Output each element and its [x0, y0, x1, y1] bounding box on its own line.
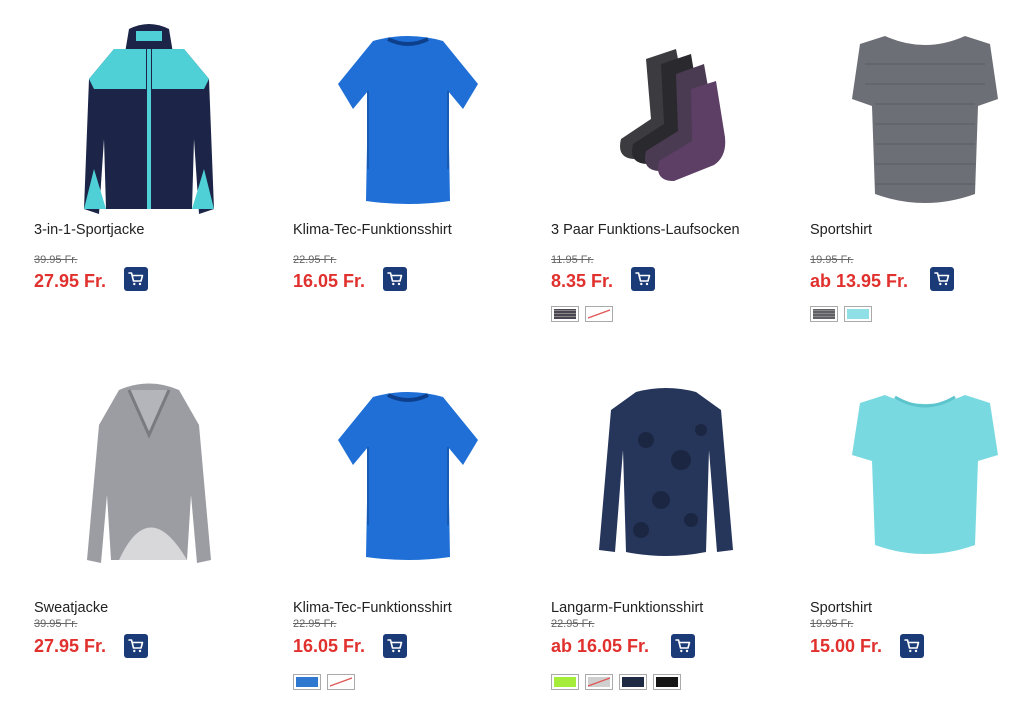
old-price: 22.95 Fr.: [293, 618, 337, 630]
product-name[interactable]: Sportshirt: [810, 222, 872, 238]
current-price: 16.05 Fr.: [293, 636, 366, 656]
add-to-cart-button[interactable]: [124, 267, 148, 291]
shopping-cart-icon: [387, 639, 403, 653]
current-price: 16.05 Fr.: [293, 271, 366, 291]
product-card[interactable]: 3 Paar Funktions-Laufsocken 11.95 Fr. 8.…: [551, 0, 781, 340]
color-swatch[interactable]: [810, 306, 838, 322]
current-price: ab 16.05 Fr.: [551, 636, 650, 656]
product-image-sportshirt[interactable]: [810, 370, 1024, 580]
product-image-sweatjacke[interactable]: [34, 370, 264, 580]
product-image-langarmshirt[interactable]: [551, 370, 781, 580]
current-price: 27.95 Fr.: [34, 271, 107, 291]
shopping-cart-icon: [675, 639, 691, 653]
product-name[interactable]: Klima-Tec-Funktionsshirt: [293, 222, 452, 238]
add-to-cart-button[interactable]: [383, 267, 407, 291]
product-name[interactable]: Langarm-Funktionsshirt: [551, 600, 703, 616]
old-price: 19.95 Fr.: [810, 254, 854, 266]
color-swatch[interactable]: [619, 674, 647, 690]
product-image-laufsocken[interactable]: [551, 14, 781, 224]
product-card[interactable]: 3-in-1-Sportjacke 39.95 Fr. 27.95 Fr.: [34, 0, 264, 340]
product-card[interactable]: Sportshirt 19.95 Fr. ab 13.95 Fr.: [810, 0, 1024, 340]
current-price: 15.00 Fr.: [810, 636, 883, 656]
color-swatches: [293, 674, 355, 690]
shopping-cart-icon: [635, 272, 651, 286]
current-price: ab 13.95 Fr.: [810, 271, 909, 291]
product-image-funktionsshirt[interactable]: [293, 370, 523, 580]
product-name[interactable]: 3-in-1-Sportjacke: [34, 222, 144, 238]
product-image-sportjacke[interactable]: [34, 14, 264, 224]
product-image-funktionsshirt[interactable]: [293, 14, 523, 224]
color-swatch[interactable]: [551, 674, 579, 690]
product-card[interactable]: Klima-Tec-Funktionsshirt 22.95 Fr. 16.05…: [293, 356, 523, 696]
color-swatch[interactable]: [551, 306, 579, 322]
old-price: 22.95 Fr.: [551, 618, 595, 630]
old-price: 11.95 Fr.: [551, 254, 594, 266]
color-swatches: [810, 306, 872, 322]
old-price: 39.95 Fr.: [34, 254, 78, 266]
old-price: 39.95 Fr.: [34, 618, 78, 630]
color-swatch[interactable]: [653, 674, 681, 690]
color-swatches: [551, 306, 613, 322]
product-card[interactable]: Langarm-Funktionsshirt 22.95 Fr. ab 16.0…: [551, 356, 781, 696]
current-price: 8.35 Fr.: [551, 271, 614, 291]
shopping-cart-icon: [934, 272, 950, 286]
add-to-cart-button[interactable]: [930, 267, 954, 291]
product-name[interactable]: Sweatjacke: [34, 600, 108, 616]
product-card[interactable]: Sweatjacke 39.95 Fr. 27.95 Fr.: [34, 356, 264, 696]
product-name[interactable]: 3 Paar Funktions-Laufsocken: [551, 222, 740, 238]
color-swatch[interactable]: [293, 674, 321, 690]
shopping-cart-icon: [904, 639, 920, 653]
product-name[interactable]: Klima-Tec-Funktionsshirt: [293, 600, 452, 616]
current-price: 27.95 Fr.: [34, 636, 107, 656]
color-swatches: [551, 674, 681, 690]
product-card[interactable]: Sportshirt 19.95 Fr. 15.00 Fr.: [810, 356, 1024, 696]
product-grid: 3-in-1-Sportjacke 39.95 Fr. 27.95 Fr. Kl…: [0, 0, 1024, 708]
shopping-cart-icon: [128, 272, 144, 286]
product-name[interactable]: Sportshirt: [810, 600, 872, 616]
old-price: 19.95 Fr.: [810, 618, 854, 630]
color-swatch[interactable]: [844, 306, 872, 322]
color-swatch[interactable]: [585, 306, 613, 322]
shopping-cart-icon: [387, 272, 403, 286]
product-card[interactable]: Klima-Tec-Funktionsshirt 22.95 Fr. 16.05…: [293, 0, 523, 340]
add-to-cart-button[interactable]: [900, 634, 924, 658]
shopping-cart-icon: [128, 639, 144, 653]
add-to-cart-button[interactable]: [124, 634, 148, 658]
product-image-sportshirt[interactable]: [810, 14, 1024, 224]
color-swatch[interactable]: [585, 674, 613, 690]
old-price: 22.95 Fr.: [293, 254, 337, 266]
add-to-cart-button[interactable]: [631, 267, 655, 291]
add-to-cart-button[interactable]: [671, 634, 695, 658]
add-to-cart-button[interactable]: [383, 634, 407, 658]
color-swatch[interactable]: [327, 674, 355, 690]
